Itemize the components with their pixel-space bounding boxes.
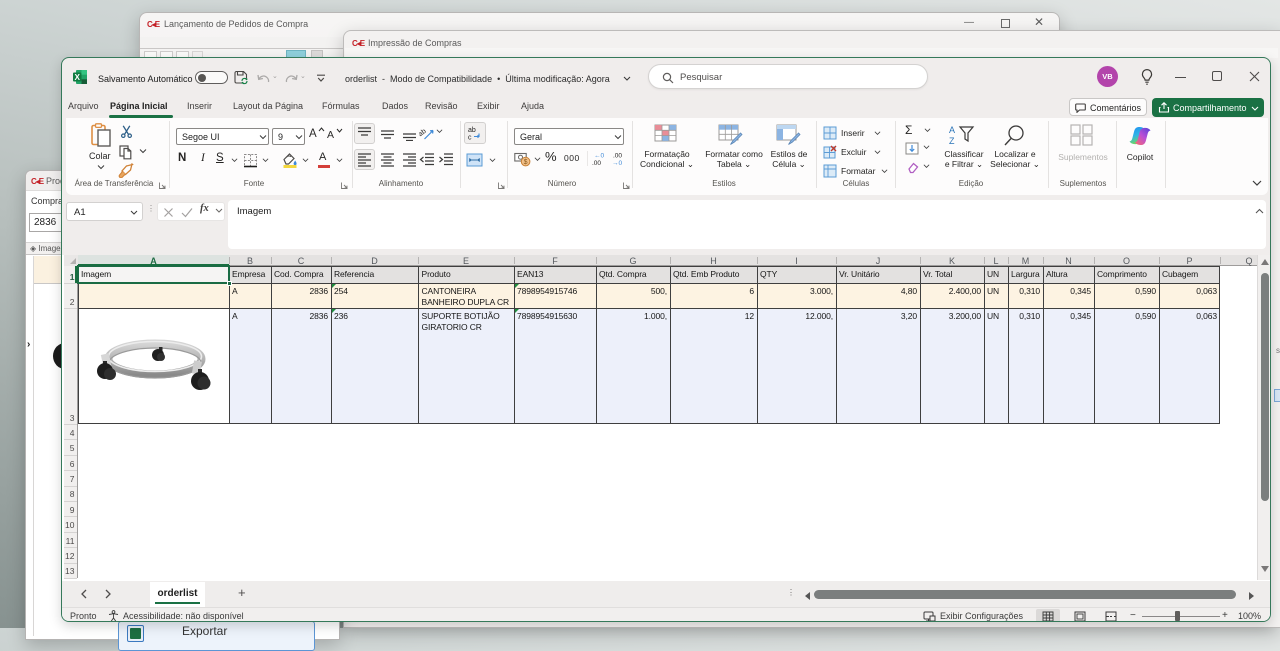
svg-text:X: X [74,73,80,82]
svg-text:→0: →0 [612,160,623,166]
svg-text:A: A [949,125,955,135]
svg-text:←0: ←0 [594,153,605,160]
svg-text:$: $ [524,159,528,166]
svg-text:c: c [468,135,472,142]
svg-text:Z: Z [949,136,955,146]
svg-text:ab: ab [468,127,476,134]
svg-text:.00: .00 [613,153,622,160]
svg-text:.00: .00 [592,160,601,166]
